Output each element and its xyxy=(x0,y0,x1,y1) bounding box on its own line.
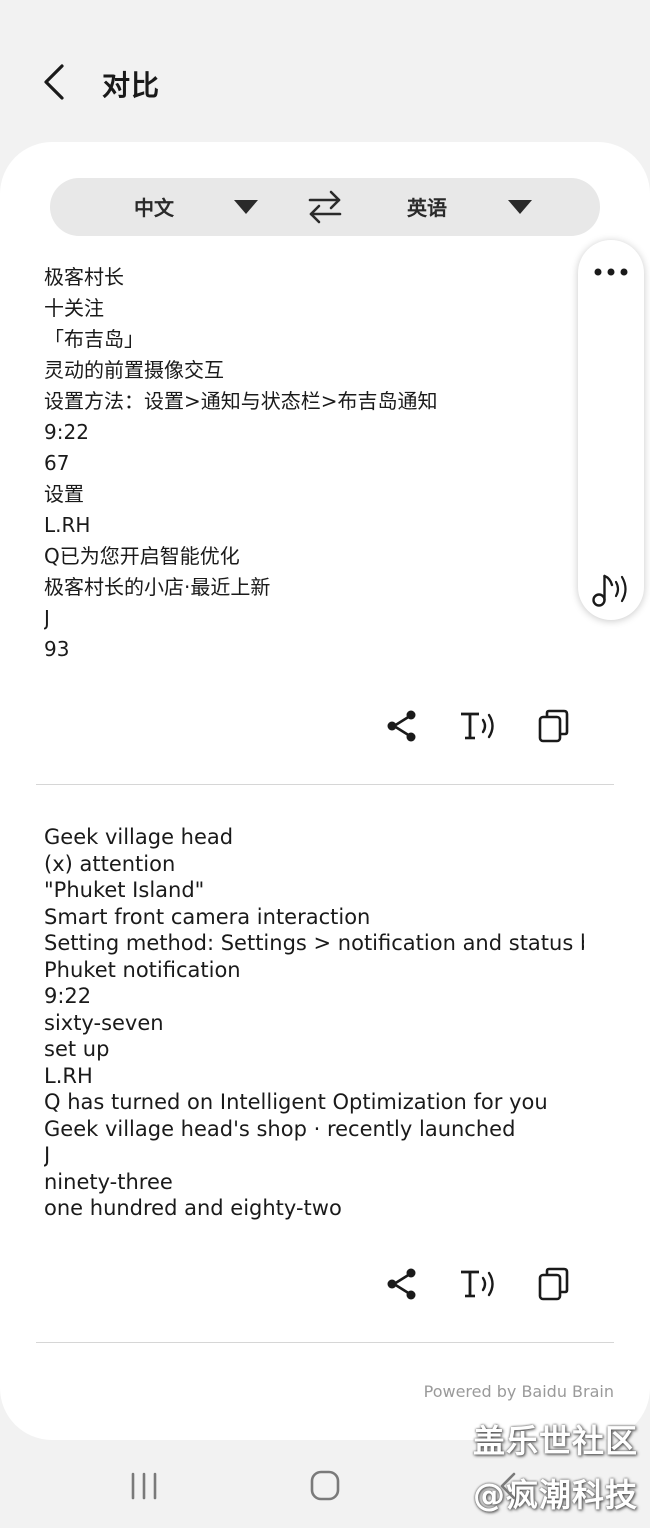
text-to-speech-icon xyxy=(461,712,494,740)
source-language-label[interactable]: 中文 xyxy=(134,192,174,221)
chevron-left-icon xyxy=(44,64,64,100)
copy-source-button[interactable] xyxy=(532,704,576,748)
translated-text-line: Setting method: Settings > notification … xyxy=(44,931,584,955)
source-text-line: 极客村长的小店·最近上新 xyxy=(44,575,271,599)
read-aloud-source-button[interactable] xyxy=(456,704,500,748)
translated-text-line: L.RH xyxy=(44,1063,93,1088)
page-title: 对比 xyxy=(102,69,161,102)
more-options-button[interactable] xyxy=(592,260,630,284)
translated-text-line: set up xyxy=(44,1037,110,1061)
play-audio-button[interactable] xyxy=(590,568,632,614)
copy-translation-button[interactable] xyxy=(532,1262,576,1306)
source-text-line: 设置 xyxy=(44,482,84,506)
source-text-line: L.RH xyxy=(44,513,91,537)
source-text-line: Q已为您开启智能优化 xyxy=(44,544,240,568)
side-tool-panel xyxy=(578,240,644,620)
translated-text-line: one hundred and eighty-two xyxy=(44,1196,342,1220)
target-language-dropdown-icon[interactable] xyxy=(508,200,532,214)
translated-text-line: 9:22 xyxy=(44,984,92,1008)
translated-text-line: (x) attention xyxy=(44,851,176,876)
target-language-label[interactable]: 英语 xyxy=(407,192,447,221)
swap-arrows-icon xyxy=(308,190,342,224)
translated-text-line: J xyxy=(44,1143,51,1167)
section-divider xyxy=(36,1342,614,1343)
back-chevron-icon xyxy=(500,1472,516,1500)
share-source-button[interactable] xyxy=(380,704,424,748)
translated-text-line: Geek village head's shop · recently laun… xyxy=(44,1116,516,1141)
more-dots-icon xyxy=(594,268,628,276)
source-text-line: 93 xyxy=(44,637,70,661)
source-action-row xyxy=(380,704,600,748)
home-icon xyxy=(310,1470,340,1501)
translated-text-line: Geek village head xyxy=(44,825,234,849)
source-text-line: 「布吉岛」 xyxy=(44,327,144,351)
share-icon xyxy=(387,1268,416,1300)
back-nav-button[interactable] xyxy=(478,1466,538,1506)
share-icon xyxy=(387,710,416,742)
read-aloud-translation-button[interactable] xyxy=(456,1262,500,1306)
copy-icon xyxy=(538,709,569,743)
swap-languages-button[interactable] xyxy=(306,188,344,226)
translated-text-line: sixty-seven xyxy=(44,1010,164,1035)
header: 对比 xyxy=(0,0,650,150)
translated-text-line: Phuket notification xyxy=(44,957,241,982)
language-selector-bar: 中文 英语 xyxy=(50,178,600,236)
source-text-area[interactable]: 极客村长 十关注 「布吉岛」 灵动的前置摄像交互 设置方法：设置>通知与状态栏>… xyxy=(44,262,584,670)
back-button[interactable] xyxy=(32,58,80,106)
source-text-line: 182 xyxy=(44,665,584,670)
translated-text-area[interactable]: Geek village head (x) attention "Phuket … xyxy=(44,824,584,1226)
copy-icon xyxy=(538,1267,569,1301)
system-navigation-bar xyxy=(0,1446,650,1528)
source-text-line: 极客村长 xyxy=(44,265,124,289)
recent-apps-button[interactable] xyxy=(114,1466,174,1506)
source-language-dropdown-icon[interactable] xyxy=(234,200,258,214)
home-button[interactable] xyxy=(295,1466,355,1506)
source-text-line: 灵动的前置摄像交互 xyxy=(44,358,224,382)
source-text-line: J xyxy=(44,606,50,630)
text-to-speech-icon xyxy=(461,1270,494,1298)
translated-text-line: "Phuket Island" xyxy=(44,878,205,902)
section-divider xyxy=(36,784,614,785)
powered-by-label: Powered by Baidu Brain xyxy=(423,1382,614,1401)
translation-card: 中文 英语 极客村长 十关注 「布吉岛」 灵动的前置摄像交互 设置方法：设置>通… xyxy=(0,142,650,1440)
translation-action-row xyxy=(380,1262,600,1306)
translated-text-line: Smart front camera interaction xyxy=(44,904,371,929)
source-text-line: 9:22 xyxy=(44,420,89,444)
translated-text-line: Q has turned on Intelligent Optimization… xyxy=(44,1090,548,1114)
source-text-line: 67 xyxy=(44,451,70,475)
recent-apps-icon xyxy=(131,1472,157,1500)
source-text-line: 设置方法：设置>通知与状态栏>布吉岛通知 xyxy=(44,389,438,413)
share-translation-button[interactable] xyxy=(380,1262,424,1306)
translated-text-line: ninety-three xyxy=(44,1169,173,1194)
music-sound-icon xyxy=(592,574,627,607)
source-text-line: 十关注 xyxy=(44,296,104,320)
